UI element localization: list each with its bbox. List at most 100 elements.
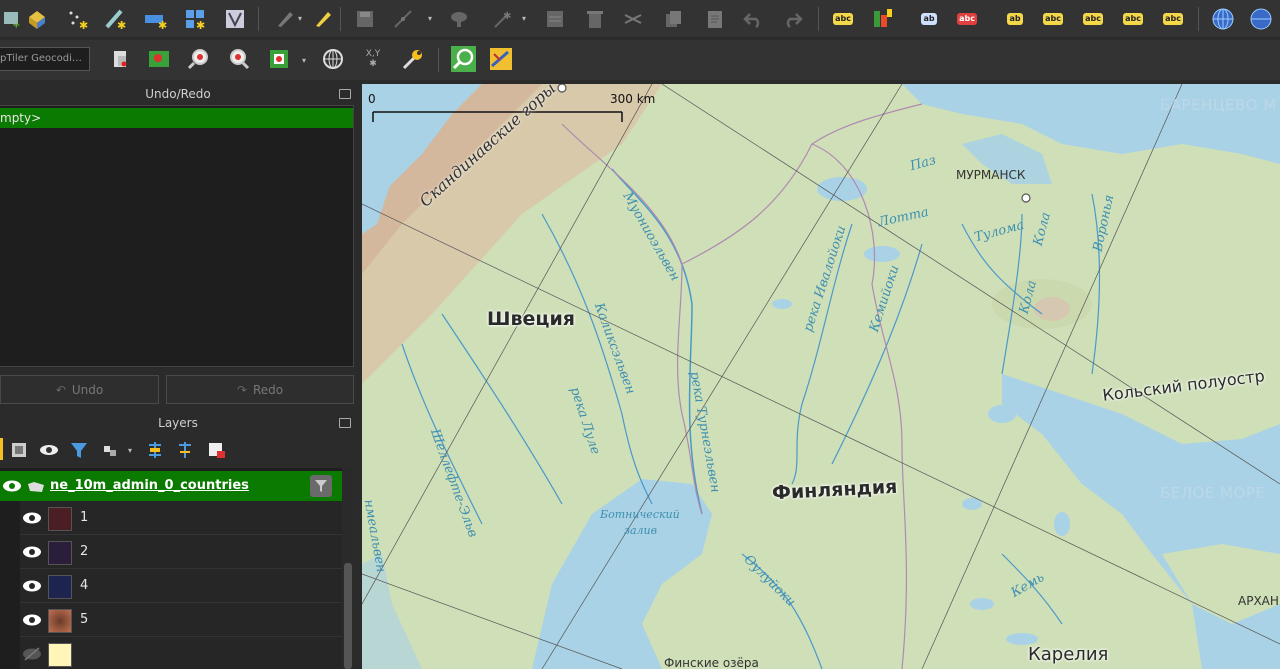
style-panel-edge (0, 438, 3, 460)
filter-legend-icon[interactable] (66, 437, 92, 463)
map-basemap (362, 84, 1280, 669)
new-virtual-layer-icon[interactable] (222, 6, 248, 32)
visibility-eye-icon[interactable] (22, 612, 42, 632)
cut-features-icon[interactable] (620, 6, 646, 32)
zoom-out-icon[interactable] (226, 46, 252, 72)
redo-button[interactable]: ↷ Redo (166, 375, 354, 404)
label-pin-icon[interactable]: ab (916, 6, 942, 32)
layers-panel-title: Layers (158, 416, 198, 430)
label-rotate-icon[interactable]: abc (1040, 6, 1066, 32)
legend-row[interactable]: 1 (20, 501, 342, 535)
undo-button-label: Undo (71, 382, 104, 397)
new-layer-icon[interactable]: + (0, 6, 26, 32)
search-locate-icon[interactable] (450, 46, 476, 72)
web-globe-icon[interactable] (1210, 6, 1236, 32)
new-line-layer-icon[interactable]: ✱ (102, 6, 128, 32)
legend-row[interactable]: 4 (20, 569, 342, 603)
panel-float-icon[interactable] (339, 418, 351, 428)
layers-toolbar: ▾ (0, 436, 356, 464)
new-print-layout-icon[interactable] (108, 47, 134, 73)
map-label-karelia: Карелия (1028, 644, 1109, 665)
node-tool-icon[interactable] (446, 6, 472, 32)
zoom-full-icon[interactable] (266, 46, 292, 72)
map-label-sweden: Швеция (487, 308, 575, 330)
pin-map-icon[interactable] (146, 46, 172, 72)
undo-history-list[interactable]: mpty> (0, 105, 354, 367)
digitize-line-icon[interactable] (390, 6, 416, 32)
expand-all-icon[interactable] (142, 437, 168, 463)
georeferencer-icon[interactable] (488, 46, 514, 72)
layers-tree[interactable]: ne_10m_admin_0_countries 1 2 4 5 (0, 468, 354, 669)
redo-arrow-icon: ↷ (236, 382, 247, 397)
label-properties-icon[interactable]: abc (1120, 6, 1146, 32)
map-label-white-sea: БЕЛОЕ МОРЕ (1160, 484, 1266, 502)
collapse-all-icon[interactable] (172, 437, 198, 463)
legend-swatch (48, 575, 72, 599)
svg-text:✱: ✱ (503, 11, 511, 22)
panel-float-icon[interactable] (339, 89, 351, 99)
undo-icon[interactable] (740, 6, 766, 32)
scale-start-label: 0 (368, 92, 376, 106)
copy-features-icon[interactable] (660, 6, 686, 32)
layers-scrollbar[interactable] (342, 468, 354, 669)
new-polygon-layer-icon[interactable]: ✱ (142, 6, 168, 32)
visibility-eye-icon[interactable] (2, 478, 22, 498)
visibility-eye-icon[interactable] (22, 578, 42, 598)
map-label-bothnia: Ботнический (600, 508, 680, 521)
svg-text:✱: ✱ (158, 19, 167, 31)
delete-selected-icon[interactable] (582, 6, 608, 32)
visibility-eye-icon[interactable] (22, 544, 42, 564)
legend-row[interactable]: 5 (20, 603, 342, 637)
layer-visibility-icon[interactable] (36, 437, 62, 463)
coordinate-capture-icon[interactable]: X,Y ✱ (360, 46, 386, 72)
layer-name[interactable]: ne_10m_admin_0_countries (50, 471, 249, 501)
filter-icon[interactable] (310, 475, 332, 497)
legend-swatch (48, 609, 72, 633)
label-edit-icon[interactable]: abc (1160, 6, 1186, 32)
new-grid-layer-icon[interactable]: ✱ (182, 6, 208, 32)
scroll-thumb[interactable] (344, 563, 352, 669)
undo-arrow-icon: ↶ (55, 382, 66, 397)
zoom-in-icon[interactable] (186, 46, 212, 72)
toggle-editing-icon[interactable] (310, 6, 336, 32)
paste-features-icon[interactable] (702, 6, 728, 32)
legend-row[interactable] (20, 637, 342, 669)
map-label-lakes: Финские озёра (664, 656, 759, 669)
geocoder-search-input[interactable]: pTiler Geocodi… (0, 47, 90, 71)
legend-row[interactable]: 2 (20, 535, 342, 569)
legend-swatch (48, 541, 72, 565)
hidden-eye-icon[interactable] (22, 646, 42, 666)
layer-group-countries[interactable]: ne_10m_admin_0_countries (0, 471, 342, 501)
legend-label: 5 (80, 612, 89, 627)
label-diagram-icon[interactable] (870, 6, 896, 32)
map-label-bothnia-gulf: залив (624, 524, 658, 537)
edit-pencil-grey-icon[interactable] (272, 6, 298, 32)
undo-button[interactable]: ↶ Undo (0, 375, 159, 404)
settings-wrench-icon[interactable] (400, 46, 426, 72)
filter-expression-icon[interactable] (98, 437, 124, 463)
add-vector-icon[interactable] (24, 6, 50, 32)
map-label-murmansk: МУРМАНСК (956, 168, 1026, 182)
visibility-eye-icon[interactable] (22, 510, 42, 530)
save-edits-icon[interactable] (352, 6, 378, 32)
open-styling-icon[interactable] (6, 437, 32, 463)
label-abc-icon[interactable]: abc (830, 6, 856, 32)
remove-layer-icon[interactable] (204, 437, 230, 463)
map-canvas[interactable]: 0 300 km БАРЕНЦЕВО М МУРМАНСК Швеция Фин… (362, 84, 1280, 669)
qgis-window: + ✱ ✱ ✱ ✱ ▾ ▾ ✱ ▾ abc ab abc ab abc abc … (0, 0, 1280, 669)
svg-text:+: + (12, 20, 20, 30)
label-move-icon[interactable]: ab (1002, 6, 1028, 32)
label-show-hide-icon[interactable]: abc (954, 6, 980, 32)
legend-label: 2 (80, 544, 89, 559)
new-point-layer-icon[interactable]: ✱ (64, 6, 90, 32)
attribute-edit-icon[interactable] (542, 6, 568, 32)
label-change-icon[interactable]: abc (1080, 6, 1106, 32)
svg-text:✱: ✱ (79, 19, 88, 31)
web-globe-settings-icon[interactable] (1248, 6, 1274, 32)
undo-empty-item[interactable]: mpty> (0, 108, 353, 128)
scale-end-label: 300 km (610, 92, 656, 106)
vertex-tool-icon[interactable]: ✱ (490, 6, 516, 32)
crs-globe-icon[interactable] (320, 46, 346, 72)
redo-icon[interactable] (780, 6, 806, 32)
map-label-barents: БАРЕНЦЕВО М (1160, 96, 1277, 114)
